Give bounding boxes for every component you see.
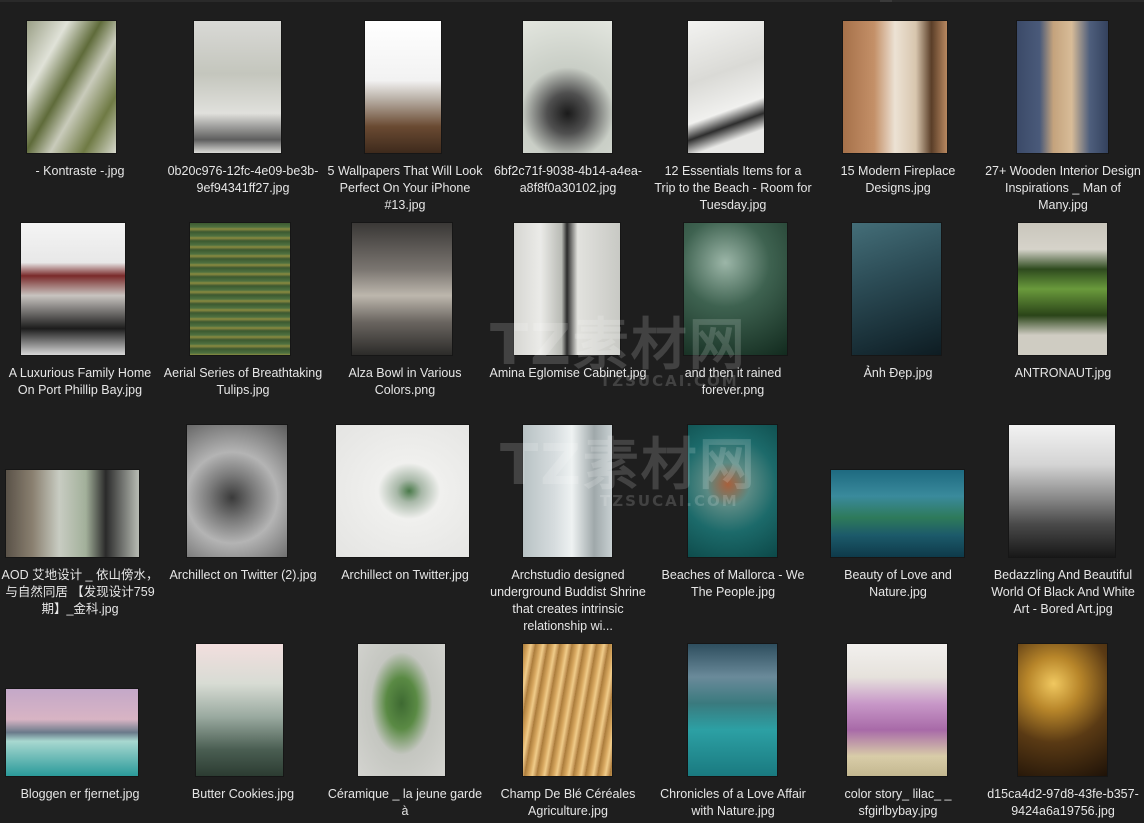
file-thumbnail[interactable]: [523, 644, 612, 776]
file-name: Chronicles of a Love Affair with Nature.…: [660, 787, 806, 818]
file-item[interactable]: Bloggen er fjernet.jpg: [0, 0, 160, 823]
file-thumbnail[interactable]: [6, 689, 138, 776]
file-thumbnail[interactable]: [688, 644, 777, 776]
file-item[interactable]: Butter Cookies.jpg: [163, 0, 323, 823]
file-thumbnail[interactable]: [1018, 644, 1107, 776]
file-item[interactable]: d15ca4d2-97d8-43fe-b357-9424a6a19756.jpg: [983, 0, 1143, 823]
file-name: Butter Cookies.jpg: [191, 787, 295, 801]
file-item[interactable]: Céramique _ la jeune garde à: [325, 0, 485, 823]
file-item[interactable]: color story_ lilac_ _ sfgirlbybay.jpg: [818, 0, 978, 823]
file-name: color story_ lilac_ _ sfgirlbybay.jpg: [844, 787, 952, 818]
file-thumbnail[interactable]: [847, 644, 947, 776]
file-grid: - Kontraste -.jpg 0b20c976-12fc-4e09-be3b…: [0, 0, 1144, 823]
file-item[interactable]: Champ De Blé Céréales Agriculture.jpg: [488, 0, 648, 823]
file-name: d15ca4d2-97d8-43fe-b357-9424a6a19756.jpg: [987, 787, 1139, 818]
file-item[interactable]: Chronicles of a Love Affair with Nature.…: [653, 0, 813, 823]
file-thumbnail[interactable]: [196, 644, 283, 776]
file-name: Bloggen er fjernet.jpg: [20, 787, 140, 801]
file-name: Céramique _ la jeune garde à: [327, 787, 483, 818]
file-thumbnail[interactable]: [358, 644, 445, 776]
file-name: Champ De Blé Céréales Agriculture.jpg: [500, 787, 636, 818]
